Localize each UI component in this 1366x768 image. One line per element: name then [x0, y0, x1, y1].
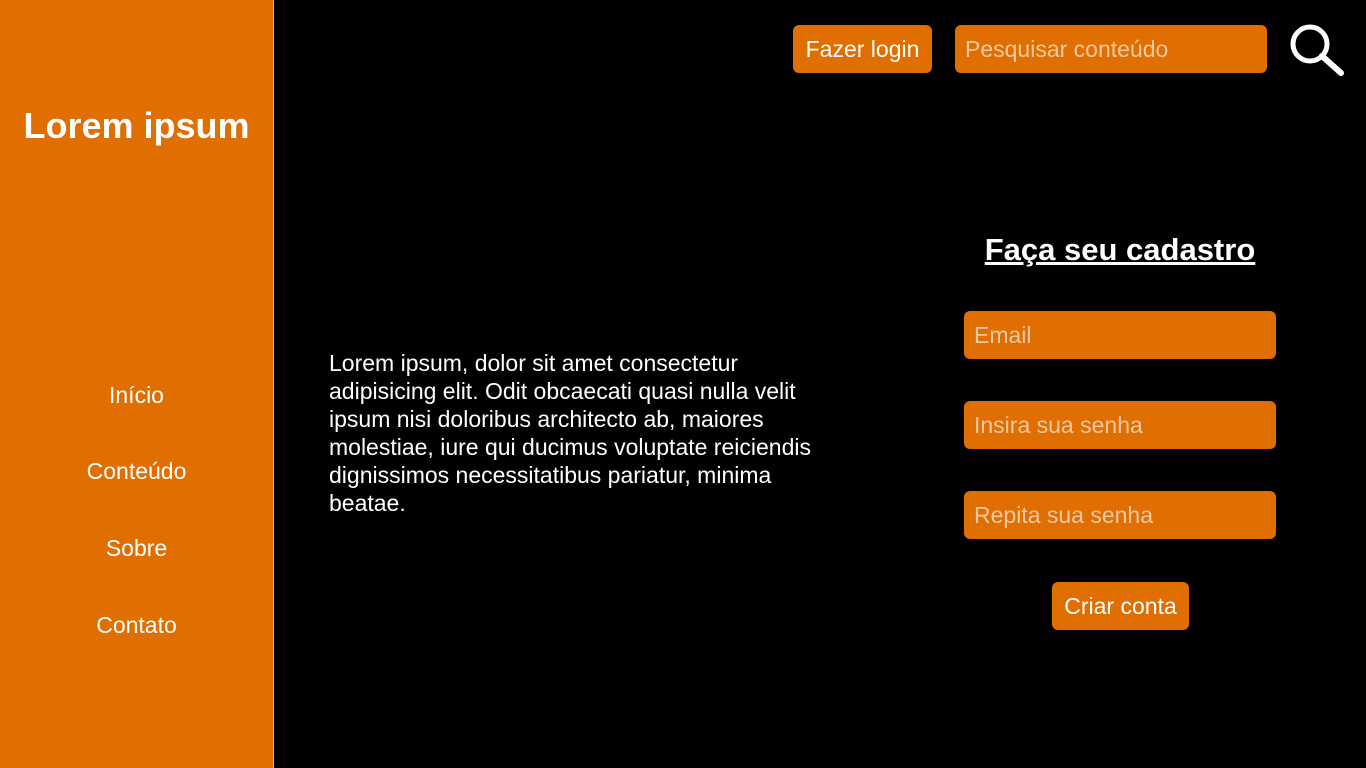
- brand-title: Lorem ipsum: [23, 105, 250, 146]
- sidebar-item-inicio[interactable]: Início: [0, 381, 273, 409]
- sidebar-item-conteudo[interactable]: Conteúdo: [0, 457, 273, 485]
- sidebar-item-contato[interactable]: Contato: [0, 611, 273, 639]
- search-icon[interactable]: [1288, 22, 1346, 78]
- intro-paragraph: Lorem ipsum, dolor sit amet consectetur …: [329, 350, 811, 516]
- login-button[interactable]: Fazer login: [793, 25, 932, 73]
- repeat-password-field[interactable]: [964, 491, 1276, 539]
- sidebar-item-sobre[interactable]: Sobre: [0, 534, 273, 562]
- password-field[interactable]: [964, 401, 1276, 449]
- search-input[interactable]: [955, 25, 1267, 73]
- create-account-button[interactable]: Criar conta: [1052, 582, 1189, 630]
- signup-title: Faça seu cadastro: [984, 232, 1256, 267]
- sidebar: Lorem ipsum Início Conteúdo Sobre Contat…: [0, 0, 274, 768]
- email-field[interactable]: [964, 311, 1276, 359]
